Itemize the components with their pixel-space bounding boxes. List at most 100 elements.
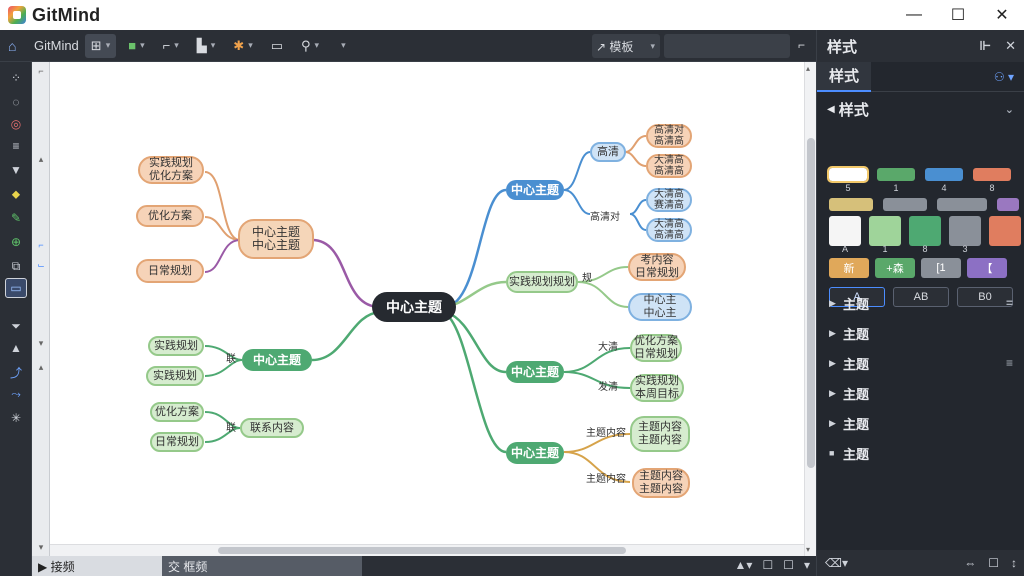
close-button[interactable]: ✕ <box>980 0 1024 30</box>
pen-icon[interactable]: ✎ <box>5 208 27 228</box>
apps-icon[interactable]: ⁘ <box>5 68 27 88</box>
corner-icon[interactable]: ⌐ <box>798 38 805 52</box>
leaf-node[interactable]: 中心主 中心主 <box>628 293 692 321</box>
color-swatch[interactable] <box>829 198 873 211</box>
leaf-node[interactable]: 优化方案 日常规划 <box>630 334 682 362</box>
topic-list-item[interactable]: ■ 主题 <box>817 438 1024 468</box>
leaf-node[interactable]: 高清对 高清高 <box>646 124 692 148</box>
topic-list-item[interactable]: ▶ 主题 <box>817 408 1024 438</box>
share-button[interactable]: ⚲ ▾ <box>295 34 325 58</box>
leaf-node[interactable]: 实践规划 本周目标 <box>630 374 684 402</box>
topic-list-item[interactable]: ▶ 主题 <box>817 318 1024 348</box>
mountain-icon[interactable]: ▲ <box>5 338 27 358</box>
topic-node[interactable]: 中心主题 <box>506 442 564 464</box>
layout-button[interactable]: ⊞ ▾ <box>84 33 117 58</box>
topic-list-item[interactable]: ▶ 主题 ≡ <box>817 348 1024 378</box>
large-swatch[interactable] <box>829 216 861 246</box>
color-swatch[interactable] <box>883 198 927 211</box>
subtopic-node[interactable]: 优化方案 <box>136 205 204 227</box>
zoom-icon[interactable]: ⊕ <box>5 232 27 252</box>
scroll-thumb[interactable] <box>807 138 815 468</box>
color-swatch[interactable] <box>937 198 987 211</box>
topic-list-item[interactable]: ▶ 主题 <box>817 378 1024 408</box>
search-input[interactable] <box>664 34 790 58</box>
topic-node[interactable]: 联系内容 <box>240 418 304 438</box>
leaf-node[interactable]: 大清高 赛清高 <box>646 188 692 212</box>
resize-icon[interactable]: ↕ <box>1011 556 1017 570</box>
leaf-node[interactable]: 考内容 日常规划 <box>628 253 686 281</box>
search-icon[interactable]: ◌ <box>5 92 27 112</box>
outline-button[interactable]: ▭ <box>265 34 289 58</box>
style-chip[interactable]: 【 <box>967 258 1007 278</box>
subtopic-label[interactable]: 高清对 <box>590 208 620 223</box>
large-swatch[interactable] <box>949 216 981 246</box>
leaf-node[interactable]: 主题内容 主题内容 <box>630 416 690 452</box>
leaf-node[interactable]: 主题内容 主题内容 <box>632 468 690 498</box>
topic-node[interactable]: 中心主题 <box>506 361 564 383</box>
mindmap-canvas[interactable]: 中心主题 中心主题 中心主题 实践规划 优化方案 优化方案 日常规划 中心主题 … <box>50 62 804 544</box>
color-swatch[interactable] <box>925 168 963 181</box>
leaf-node[interactable]: 大清高 高清高 <box>646 218 692 242</box>
leaf-node[interactable]: 大清高 高清高 <box>646 154 692 178</box>
topic-list-item[interactable]: ▶ 主题 = <box>817 288 1024 318</box>
structure-button[interactable]: ▙ ▾ <box>191 34 222 58</box>
outline-toggle-icon[interactable]: ⌫▾ <box>825 556 848 570</box>
minimize-button[interactable]: — <box>892 0 936 30</box>
scroll-thumb[interactable] <box>218 547 626 554</box>
color-swatch[interactable] <box>877 168 915 181</box>
large-swatch[interactable] <box>989 216 1021 246</box>
subtopic-node[interactable]: 日常规划 <box>150 432 204 452</box>
color-swatch[interactable] <box>997 198 1019 211</box>
maximize-button[interactable]: ☐ <box>936 0 980 30</box>
star-icon[interactable]: ✳ <box>5 408 27 428</box>
topic-node[interactable]: 中心主题 中心主题 <box>238 219 314 259</box>
copy-icon[interactable]: ⧉ <box>5 256 27 276</box>
zoom-dropdown-icon[interactable]: ▾ <box>804 558 810 572</box>
section-style-header[interactable]: ◀ 样式 ⌄ <box>817 92 1024 126</box>
subtopic-node[interactable]: 实践规划 优化方案 <box>138 156 204 184</box>
topic-node[interactable]: 实践规划规划 <box>506 271 578 293</box>
style-chip[interactable]: [1 <box>921 258 961 278</box>
style-chip[interactable]: 新 <box>829 258 869 278</box>
color-button[interactable]: ✱ ▾ <box>227 34 258 58</box>
frame-button[interactable]: ⌐ ▾ <box>157 34 185 58</box>
sheet-tab[interactable]: ▶ 接频 <box>32 556 162 576</box>
navigate-icon[interactable]: ▲▾ <box>735 558 753 572</box>
target-icon[interactable]: ◎ <box>5 114 27 134</box>
user-icon[interactable]: ⚇ ▾ <box>994 70 1014 84</box>
vertical-scrollbar[interactable]: ▴ ▾ <box>804 62 816 556</box>
subtopic-node[interactable]: 高清 <box>590 142 626 162</box>
funnel-icon[interactable]: ⏷ <box>5 316 27 336</box>
topic-node[interactable]: 中心主题 <box>242 349 312 371</box>
more-button[interactable]: ▾ <box>331 34 352 58</box>
scroll-up-icon[interactable]: ▴ <box>806 64 810 73</box>
fullscreen-icon[interactable]: ☐ <box>783 558 794 572</box>
close-panel-icon[interactable]: ✕ <box>1005 38 1016 54</box>
color-swatch[interactable] <box>827 166 869 183</box>
document-name[interactable]: GitMind <box>34 38 79 53</box>
pin-icon[interactable]: ⬥ <box>5 184 27 204</box>
subtopic-node[interactable]: 实践规划 <box>148 336 204 356</box>
scroll-down-icon[interactable]: ▾ <box>806 545 810 554</box>
color-swatch[interactable] <box>973 168 1011 181</box>
template-dropdown[interactable]: ↗ 模板 ▾ <box>592 34 660 58</box>
subtopic-node[interactable]: 实践规划 <box>146 366 204 386</box>
pin-panel-icon[interactable]: ⊩ <box>979 38 991 54</box>
filter-icon[interactable]: ▼ <box>5 160 27 180</box>
share-node-icon[interactable]: ⤳ <box>5 384 27 404</box>
subtopic-node[interactable]: 日常规划 <box>136 259 204 283</box>
link-icon[interactable]: ⤴ <box>5 362 27 382</box>
center-topic[interactable]: 中心主题 <box>372 292 456 322</box>
large-swatch[interactable] <box>869 216 901 246</box>
horizontal-scrollbar[interactable] <box>50 544 804 556</box>
theme-button[interactable]: ■ ▾ <box>122 34 150 58</box>
list-icon[interactable]: ≡ <box>5 136 27 156</box>
frame-tool-icon[interactable]: ▭ <box>5 278 27 298</box>
swap-icon[interactable]: ⇔ <box>964 556 976 570</box>
large-swatch[interactable] <box>909 216 941 246</box>
tab-style[interactable]: 样式 <box>817 61 872 92</box>
home-icon[interactable]: ⌂ <box>8 38 30 54</box>
sheet-tab[interactable]: 交 框频 <box>162 556 362 576</box>
fit-icon[interactable]: ☐ <box>762 558 773 572</box>
subtopic-node[interactable]: 优化方案 <box>150 402 204 422</box>
